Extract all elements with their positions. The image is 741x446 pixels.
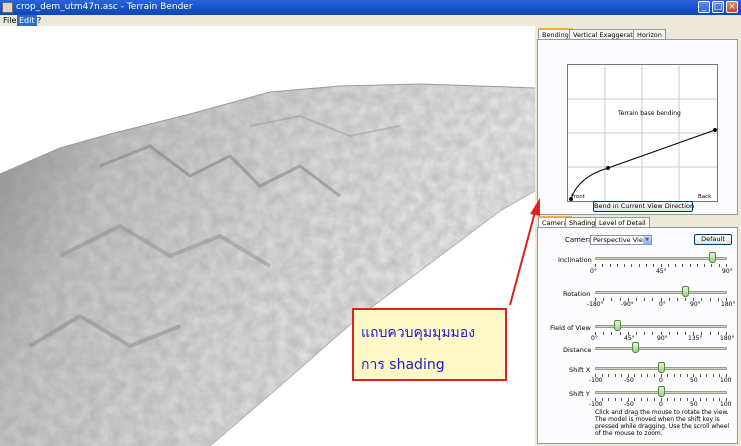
shifty-tick: 50 [690,401,698,408]
rotation-track[interactable] [595,291,727,294]
maximize-button[interactable]: □ [712,1,724,13]
camera-label: Camera [565,236,593,244]
shifty-tick: 0 [659,401,663,408]
close-button[interactable]: × [726,1,738,13]
minimize-button[interactable]: _ [698,1,710,13]
camera-select[interactable]: Perspective View ▼ [590,235,652,245]
rotation-label: Rotation [563,290,591,298]
control-panel: Bending Vertical Exaggeration Horizon Te… [535,26,741,446]
fov-tick: 45° [624,335,635,342]
fov-tick: 135° [688,335,703,342]
inclination-label: Inclination [558,256,592,264]
shiftx-tick: 50 [690,377,698,384]
rotation-slider[interactable] [681,286,689,297]
fov-label: Field of View [550,324,591,332]
title-bar: crop_dem_utm47n.asc - Terrain Bender _ □… [0,0,741,15]
fov-tick: 90° [657,335,668,342]
rotation-tick: -180° [587,301,604,308]
bending-page: Terrain base bending Front Back Bend in … [537,39,738,215]
shiftx-tick: -50 [624,377,634,384]
inclination-tick: 90° [722,268,733,275]
distance-track[interactable] [595,347,727,350]
rotation-tick: 90° [690,301,701,308]
fov-tick: 180° [720,335,735,342]
shiftx-label: Shift X [569,366,591,374]
camera-help-text: Click and drag the mouse to rotate the v… [595,409,730,437]
chevron-down-icon: ▼ [643,236,651,244]
distance-label: Distance [563,346,592,354]
inclination-tick: 45° [656,268,667,275]
camera-select-value: Perspective View [593,236,649,244]
shifty-slider[interactable] [658,386,665,397]
inclination-slider[interactable] [709,252,717,263]
distance-slider[interactable] [632,342,639,353]
front-label: Front [571,194,585,200]
bending-graph[interactable]: Terrain base bending Front Back [567,64,718,202]
annotation-callout: แถบควบคุมมุมมอง การ shading [352,308,507,381]
menu-help[interactable]: ? [35,15,43,26]
shifty-tick: -50 [624,401,634,408]
window-title: crop_dem_utm47n.asc - Terrain Bender [16,2,193,12]
shifty-tick: -100 [589,401,603,408]
inclination-tick: 0° [590,268,597,275]
shiftx-tick: 0 [659,377,663,384]
rotation-tick: 0° [659,301,666,308]
menu-edit[interactable]: Edit [17,15,37,26]
bending-curve [568,65,717,201]
default-button[interactable]: Default [694,234,732,245]
menu-file[interactable]: File [1,15,18,26]
shifty-tick: 100 [720,401,732,408]
fov-tick: 0° [591,335,598,342]
inclination-track[interactable] [595,257,727,260]
shifty-label: Shift Y [569,390,590,398]
annotation-line-1: แถบควบคุมมุมมอง [361,325,476,341]
shiftx-slider[interactable] [658,362,665,373]
rotation-tick: 180° [721,301,736,308]
terrain-viewport[interactable] [0,26,535,446]
rotation-tick: -90° [621,301,634,308]
bending-caption: Terrain base bending [618,110,681,117]
app-icon[interactable] [2,2,13,13]
shiftx-tick: -100 [589,377,603,384]
terrain-render [0,83,535,446]
menu-bar: File Edit ? [0,15,741,26]
annotation-line-2: การ shading [361,357,445,373]
fov-slider[interactable] [614,320,621,331]
back-label: Back [698,194,712,200]
camera-page: Camera Perspective View ▼ Default Inclin… [537,227,738,444]
shiftx-tick: 100 [720,377,732,384]
bend-view-direction-button[interactable]: Bend in Current View Direction [593,201,694,212]
inclination-ticks [595,264,727,267]
